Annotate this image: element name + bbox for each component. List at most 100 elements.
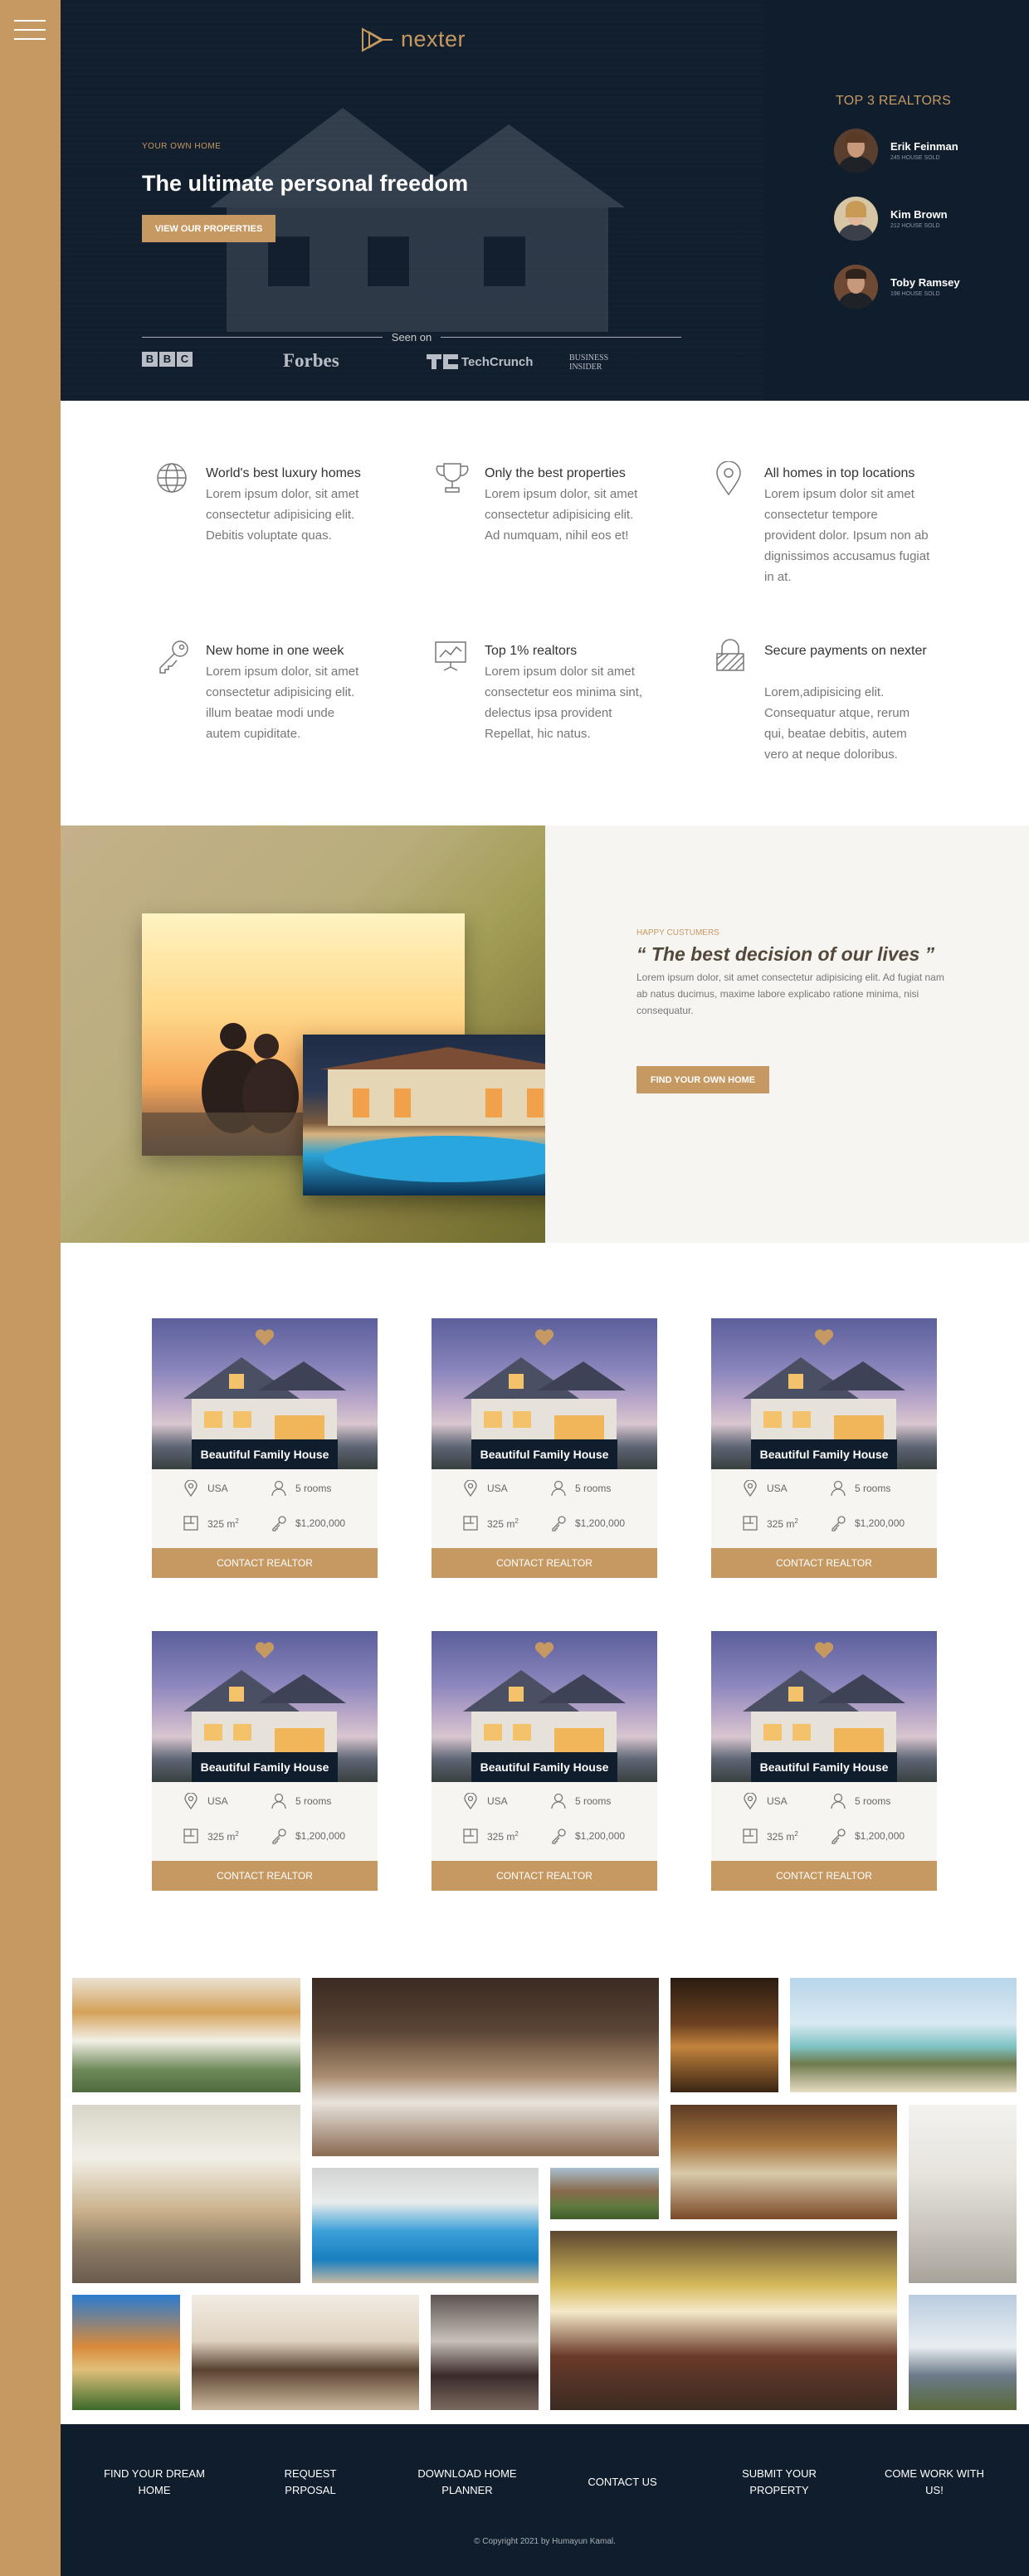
home-price: $1,200,000 bbox=[271, 1515, 345, 1531]
map-pin-icon bbox=[184, 1480, 198, 1497]
avatar bbox=[834, 265, 878, 309]
feature-title: All homes in top locations bbox=[764, 466, 915, 480]
gallery-image bbox=[72, 2105, 300, 2283]
user-icon bbox=[271, 1793, 286, 1809]
home-area: 325 m2 bbox=[183, 1515, 239, 1531]
contact-realtor-button[interactable]: CONTACT REALTOR bbox=[432, 1548, 657, 1578]
gallery-image bbox=[550, 2168, 659, 2219]
presentation-chart-icon bbox=[435, 641, 466, 671]
heart-icon[interactable] bbox=[534, 1641, 554, 1659]
heart-icon[interactable] bbox=[255, 1641, 275, 1659]
home-country: USA bbox=[183, 1480, 228, 1497]
home-rooms: 5 rooms bbox=[271, 1480, 331, 1497]
logo[interactable]: nexter bbox=[361, 27, 466, 52]
home-area: 325 m2 bbox=[742, 1515, 798, 1531]
hamburger-menu-icon[interactable] bbox=[14, 20, 46, 45]
map-pin-icon bbox=[744, 1480, 757, 1497]
feature-title: Top 1% realtors bbox=[485, 644, 578, 658]
gallery-image bbox=[671, 1978, 778, 2092]
gallery-image bbox=[312, 1978, 659, 2156]
map-pin-icon bbox=[184, 1793, 198, 1809]
home-country: USA bbox=[742, 1480, 788, 1497]
heart-icon[interactable] bbox=[255, 1328, 275, 1346]
home-image: Beautiful Family House bbox=[432, 1631, 657, 1782]
gallery-image bbox=[671, 2105, 897, 2219]
contact-realtor-button[interactable]: CONTACT REALTOR bbox=[711, 1548, 937, 1578]
home-country: USA bbox=[462, 1480, 508, 1497]
gallery-image bbox=[431, 2295, 539, 2410]
home-country: USA bbox=[183, 1793, 228, 1809]
home-price: $1,200,000 bbox=[271, 1828, 345, 1844]
key-icon bbox=[159, 640, 188, 674]
home-card: Beautiful Family House USA 5 rooms 325 m2 $1… bbox=[711, 1318, 937, 1578]
hero-subtitle: YOUR OWN HOME bbox=[142, 142, 222, 151]
bbc-logo: BBC bbox=[142, 352, 193, 367]
home-name: Beautiful Family House bbox=[751, 1439, 897, 1469]
home-rooms: 5 rooms bbox=[550, 1793, 611, 1809]
techcrunch-mark-icon bbox=[427, 354, 458, 369]
home-price: $1,200,000 bbox=[830, 1828, 905, 1844]
nexter-logo-icon bbox=[362, 27, 393, 52]
trophy-icon bbox=[436, 463, 469, 493]
find-home-button[interactable]: FIND YOUR OWN HOME bbox=[636, 1066, 769, 1093]
story-subtitle: HAPPY CUSTUMERS bbox=[636, 928, 719, 937]
floor-plan-icon bbox=[743, 1829, 758, 1843]
view-properties-button[interactable]: VIEW OUR PROPERTIES bbox=[142, 215, 276, 242]
gallery-image bbox=[72, 2295, 180, 2410]
gallery-image bbox=[909, 2105, 1017, 2283]
sidebar bbox=[0, 0, 61, 2576]
home-country: USA bbox=[742, 1793, 788, 1809]
contact-realtor-button[interactable]: CONTACT REALTOR bbox=[432, 1861, 657, 1891]
heart-icon[interactable] bbox=[814, 1641, 834, 1659]
key-icon bbox=[272, 1829, 286, 1844]
feature-text: Lorem ipsum dolor, sit amet consectetur … bbox=[485, 487, 638, 543]
floor-plan-icon bbox=[743, 1516, 758, 1531]
realtor-sold: 212 HOUSE SOLD bbox=[890, 223, 940, 229]
footer-link[interactable]: COME WORK WITH US! bbox=[841, 2466, 1028, 2499]
home-card: Beautiful Family House USA 5 rooms 325 m2 $1… bbox=[152, 1631, 378, 1891]
feature-title: World's best luxury homes bbox=[206, 466, 361, 480]
realtor-item[interactable]: Erik Feinman 245 HOUSE SOLD bbox=[834, 129, 958, 173]
home-image: Beautiful Family House bbox=[711, 1318, 937, 1469]
gallery-image bbox=[909, 2295, 1017, 2410]
user-icon bbox=[831, 1480, 846, 1497]
map-pin-icon bbox=[716, 461, 741, 496]
realtor-item[interactable]: Kim Brown 212 HOUSE SOLD bbox=[834, 197, 948, 241]
home-price: $1,200,000 bbox=[550, 1515, 625, 1531]
footer: FIND YOUR DREAM HOME REQUEST PRPOSAL DOWNL… bbox=[61, 2424, 1029, 2576]
home-name: Beautiful Family House bbox=[471, 1752, 617, 1782]
floor-plan-icon bbox=[183, 1516, 198, 1531]
user-icon bbox=[831, 1793, 846, 1809]
home-image: Beautiful Family House bbox=[711, 1631, 937, 1782]
map-pin-icon bbox=[744, 1793, 757, 1809]
home-rooms: 5 rooms bbox=[550, 1480, 611, 1497]
home-area: 325 m2 bbox=[462, 1828, 519, 1844]
feature-title: New home in one week bbox=[206, 644, 344, 658]
home-image: Beautiful Family House bbox=[152, 1318, 378, 1469]
key-icon bbox=[552, 1829, 566, 1844]
hero-title: The ultimate personal freedom bbox=[142, 171, 469, 196]
realtor-item[interactable]: Toby Ramsey 198 HOUSE SOLD bbox=[834, 265, 960, 309]
contact-realtor-button[interactable]: CONTACT REALTOR bbox=[711, 1861, 937, 1891]
globe-icon bbox=[157, 463, 187, 493]
home-area: 325 m2 bbox=[462, 1515, 519, 1531]
contact-realtor-button[interactable]: CONTACT REALTOR bbox=[152, 1548, 378, 1578]
home-image: Beautiful Family House bbox=[152, 1631, 378, 1782]
heart-icon[interactable] bbox=[814, 1328, 834, 1346]
gallery-image bbox=[312, 2168, 539, 2283]
gallery-image bbox=[72, 1978, 300, 2092]
home-area: 325 m2 bbox=[742, 1828, 798, 1844]
realtor-name: Kim Brown bbox=[890, 208, 948, 221]
home-card: Beautiful Family House USA 5 rooms 325 m2 $1… bbox=[432, 1631, 657, 1891]
contact-realtor-button[interactable]: CONTACT REALTOR bbox=[152, 1861, 378, 1891]
top-realtors-panel: TOP 3 REALTORS Erik Feinman 245 HOUSE SO… bbox=[763, 0, 1029, 401]
home-name: Beautiful Family House bbox=[192, 1439, 338, 1469]
home-name: Beautiful Family House bbox=[192, 1752, 338, 1782]
home-card: Beautiful Family House USA 5 rooms 325 m2 $1… bbox=[152, 1318, 378, 1578]
user-icon bbox=[551, 1480, 566, 1497]
key-icon bbox=[831, 1516, 846, 1531]
realtor-sold: 245 HOUSE SOLD bbox=[890, 155, 940, 161]
heart-icon[interactable] bbox=[534, 1328, 554, 1346]
home-card: Beautiful Family House USA 5 rooms 325 m2 $1… bbox=[432, 1318, 657, 1578]
home-image: Beautiful Family House bbox=[432, 1318, 657, 1469]
